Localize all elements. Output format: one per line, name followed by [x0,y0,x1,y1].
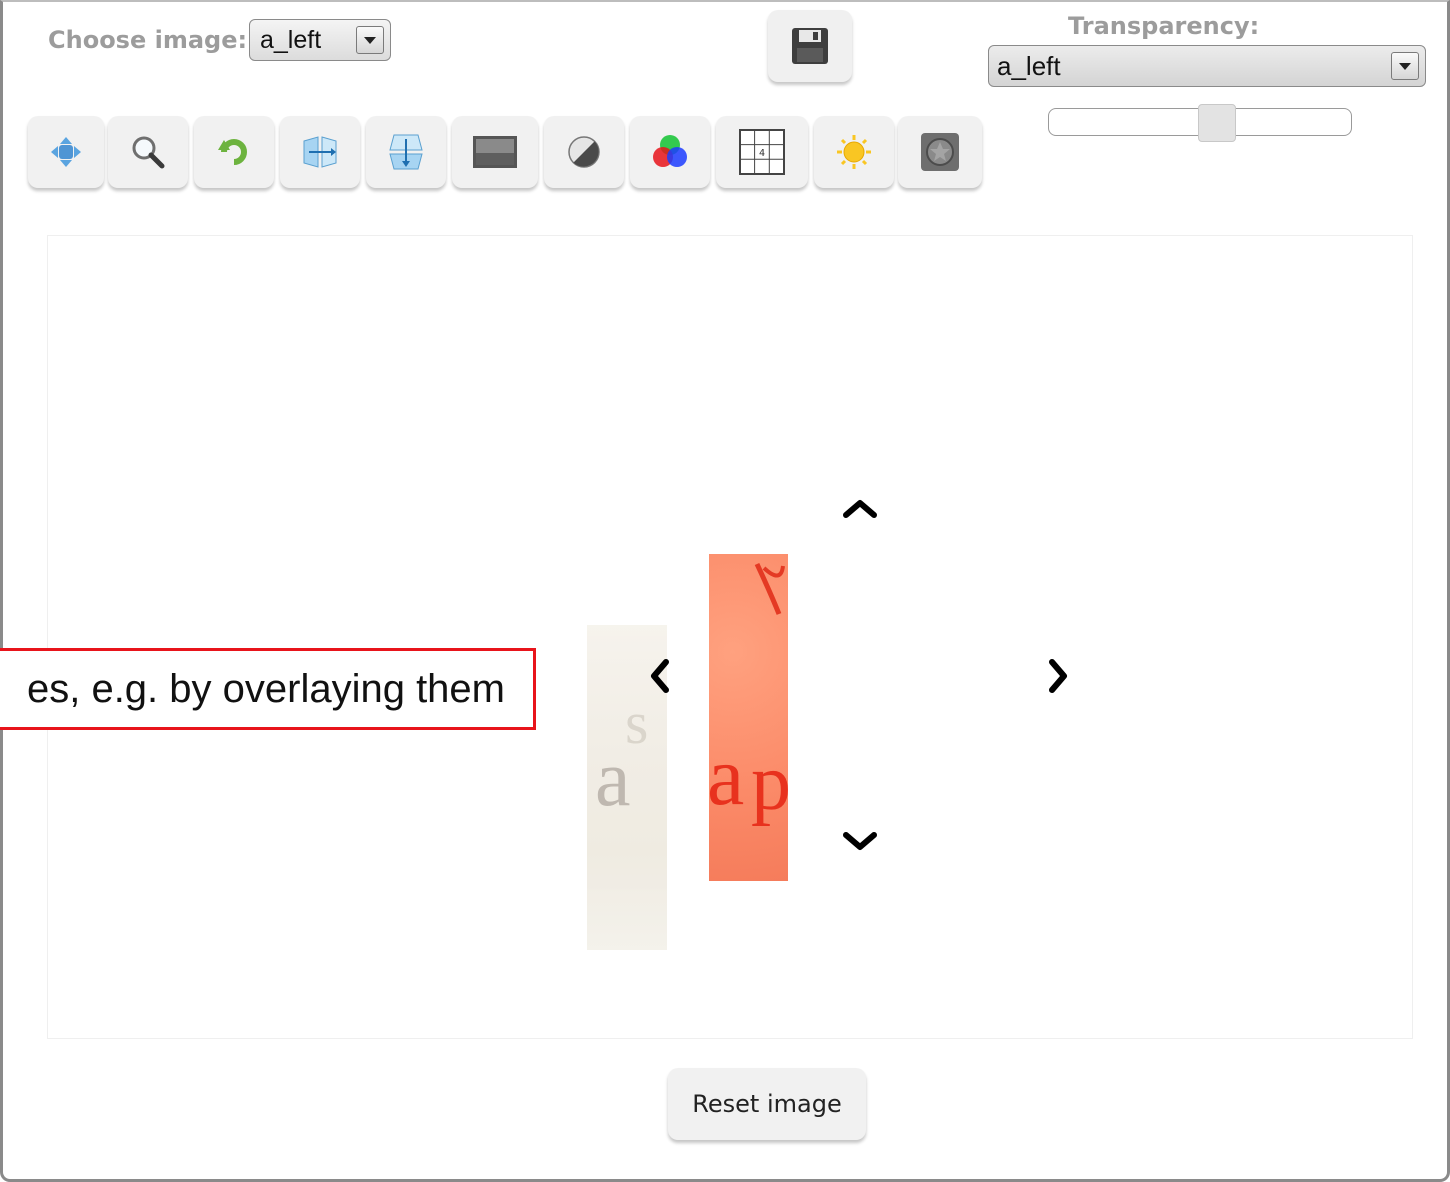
color-channels-icon [653,135,687,167]
image-a-right-layer[interactable]: a p [707,554,791,881]
transparency-slider[interactable] [1048,104,1352,142]
pan-down-button[interactable] [840,822,880,862]
contrast-button[interactable] [544,116,624,188]
svg-text:p: p [751,739,788,827]
slider-handle[interactable] [1198,104,1236,142]
chevron-down-icon[interactable] [356,26,384,54]
brightness-icon [837,135,871,169]
convolution-icon: 4 [739,129,785,175]
save-button[interactable] [768,10,852,82]
contrast-icon [568,136,600,168]
svg-text:4: 4 [759,148,765,159]
annotation-callout-text: es, e.g. by overlaying them [26,666,505,711]
flip-vertical-icon [389,134,423,170]
chevron-down-icon [843,832,877,850]
annotation-callout: es, e.g. by overlaying them [0,648,536,730]
grayscale-button[interactable] [452,116,538,188]
zoom-button[interactable] [108,116,188,188]
convolution-button[interactable]: 4 [716,116,808,188]
zoom-icon [132,136,165,169]
grayscale-icon [473,136,517,168]
brightness-button[interactable] [814,116,894,188]
svg-text:s: s [625,690,648,756]
flip-horizontal-button[interactable] [280,116,360,188]
choose-image-select[interactable]: a_left [249,19,391,61]
transparency-value: a_left [997,51,1061,81]
invert-button[interactable] [898,116,982,188]
pan-right-button[interactable] [1038,656,1078,696]
chevron-right-icon [1049,659,1067,693]
move-button[interactable] [28,116,104,188]
choose-image-label: Choose image: [48,26,248,54]
svg-text:a: a [709,730,744,823]
chevron-up-icon [843,500,877,518]
choose-image-value: a_left [260,26,322,54]
flip-horizontal-icon [303,136,337,168]
chevron-down-icon[interactable] [1391,52,1419,80]
pan-up-button[interactable] [840,488,880,528]
rotate-button[interactable] [194,116,274,188]
invert-icon [921,133,959,171]
pan-left-button[interactable] [640,656,680,696]
floppy-disk-icon [792,28,828,64]
transparency-label: Transparency: [1068,12,1260,40]
flip-vertical-button[interactable] [366,116,446,188]
reset-image-label: Reset image [692,1090,842,1118]
move-icon [51,137,81,167]
reset-image-button[interactable]: Reset image [668,1068,866,1140]
rotate-icon [218,139,247,165]
color-channels-button[interactable] [630,116,710,188]
chevron-left-icon [651,659,669,693]
transparency-select[interactable]: a_left [988,45,1426,87]
